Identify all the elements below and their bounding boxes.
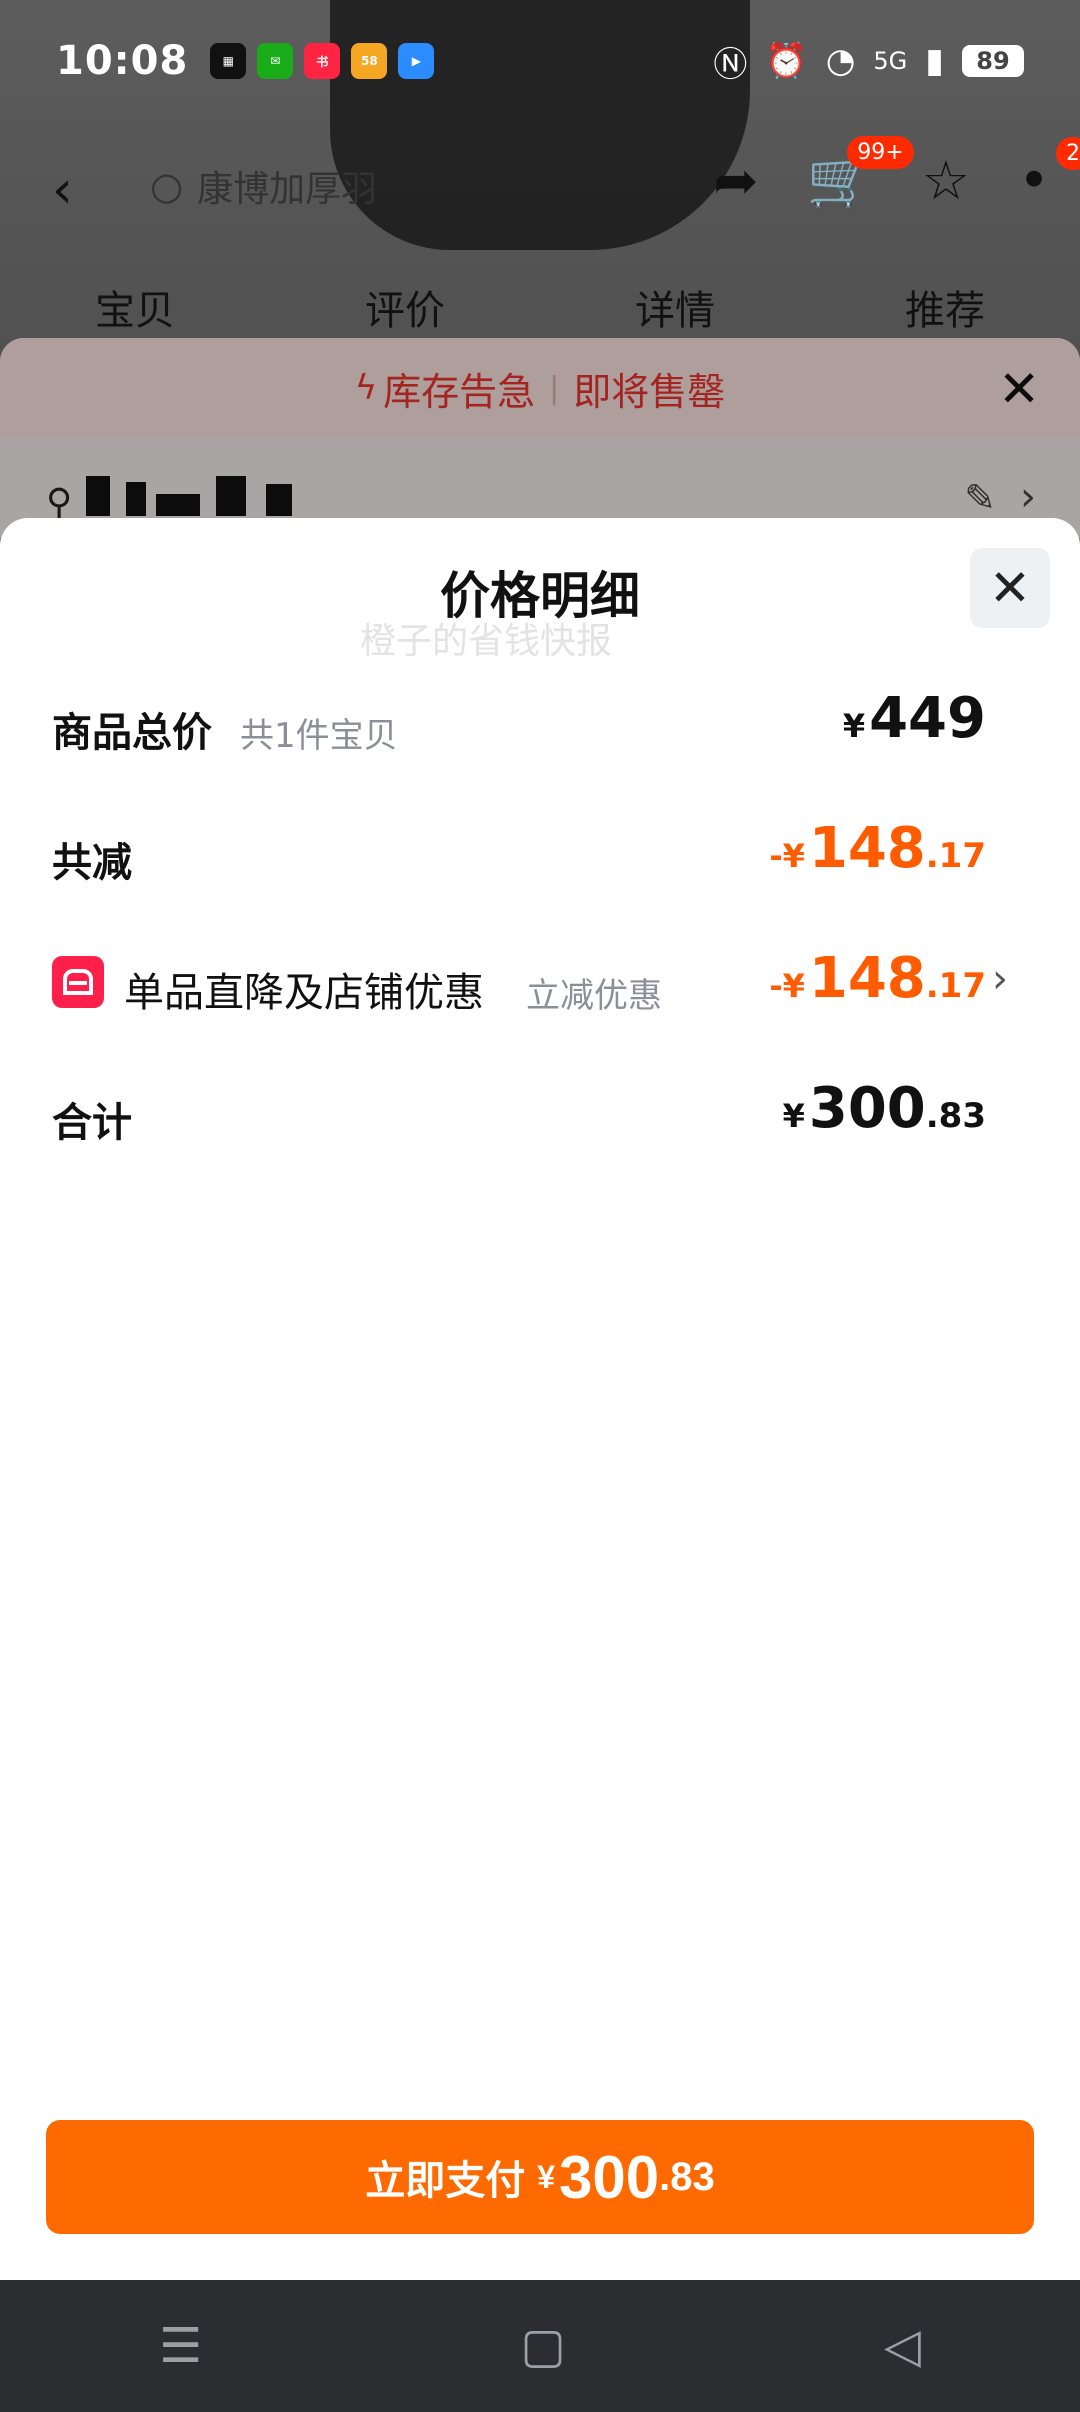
pay-amount-decimal: .83 xyxy=(659,2154,715,2199)
wifi-icon: ◔ xyxy=(825,41,856,81)
amount-integer: 148 xyxy=(808,816,926,881)
cart-icon[interactable]: 🛒 99+ xyxy=(806,136,914,212)
cart-badge: 99+ xyxy=(847,136,914,169)
wechat-icon: ✉ xyxy=(257,43,294,79)
shop-icon xyxy=(52,956,104,1008)
message-badge: 2 xyxy=(1056,136,1080,170)
close-icon: ✕ xyxy=(989,559,1031,617)
chevron-right-icon: › xyxy=(992,956,1008,1002)
discount-detail-label: 单品直降及店铺优惠 xyxy=(124,970,484,1016)
pay-amount-integer: 300 xyxy=(559,2143,660,2211)
currency-symbol: ¥ xyxy=(782,1097,805,1135)
network-label: 5G xyxy=(873,47,908,75)
alarm-icon: ⏰ xyxy=(765,41,808,81)
pay-now-button[interactable]: 立即支付 ¥ 300 .83 xyxy=(46,2120,1034,2234)
items-total-amount: ¥ 449 xyxy=(843,686,986,751)
share-icon[interactable]: ➦ xyxy=(713,149,758,212)
status-time: 10:08 xyxy=(56,38,189,84)
pay-currency: ¥ xyxy=(537,2158,556,2195)
app-notification-icon: ▦ xyxy=(210,43,247,79)
items-total-label: 商品总价 xyxy=(52,710,212,756)
app-58-icon: 58 xyxy=(351,43,388,79)
amount-integer: 449 xyxy=(869,686,986,751)
back-icon[interactable]: ◁ xyxy=(884,2318,921,2374)
nav-actions: ➦ 🛒 99+ ☆ • 2 xyxy=(713,136,1080,212)
amount-decimal: .17 xyxy=(925,836,986,876)
sheet-dim-overlay xyxy=(0,338,1080,538)
discount-detail-row[interactable]: 单品直降及店铺优惠 立减优惠 -¥ 148 .17 › xyxy=(52,946,1008,1026)
back-arrow-icon[interactable]: ‹ xyxy=(52,160,73,220)
status-indicators: Ⓝ ⏰ ◔ 5G ▮ 89 xyxy=(713,37,1024,86)
menu-icon[interactable]: ☰ xyxy=(159,2318,202,2374)
discount-prefix: -¥ xyxy=(769,967,805,1005)
tab-details[interactable]: 详情 xyxy=(635,278,715,336)
search-icon: ○ xyxy=(150,164,184,208)
signal-icon: ▮ xyxy=(925,41,944,81)
status-bar: 10:08 ▦ ✉ 书 58 ▶ Ⓝ ⏰ ◔ 5G ▮ 89 xyxy=(0,0,1080,122)
video-app-icon: ▶ xyxy=(398,43,435,79)
nfc-icon: Ⓝ xyxy=(713,44,748,85)
currency-symbol: ¥ xyxy=(842,707,866,745)
total-discount-row: 共减 -¥ 148 .17 xyxy=(52,816,986,896)
product-nav-bar: ‹ ○ 康博加厚羽 ➦ 🛒 99+ ☆ • 2 xyxy=(0,122,1080,252)
discount-prefix: -¥ xyxy=(769,837,805,875)
tab-recommend[interactable]: 推荐 xyxy=(905,278,985,336)
search-text: 康博加厚羽 xyxy=(197,169,378,210)
discount-detail-amount: -¥ 148 .17 xyxy=(769,946,986,1011)
system-navigation-bar: ☰ ▢ ◁ xyxy=(0,2280,1080,2412)
amount-decimal: .83 xyxy=(925,1096,986,1136)
amount-decimal: .17 xyxy=(925,966,986,1006)
battery-indicator: 89 xyxy=(962,45,1024,77)
xiaohongshu-icon: 书 xyxy=(304,43,341,79)
pay-button-label: 立即支付 xyxy=(365,2159,526,2203)
watermark-text: 橙子的省钱快报 xyxy=(360,621,613,662)
more-icon[interactable]: • 2 xyxy=(1018,136,1080,212)
grand-total-row: 合计 ¥ 300 .83 xyxy=(52,1076,986,1156)
items-count: 共1件宝贝 xyxy=(240,716,398,756)
close-button[interactable]: ✕ xyxy=(970,548,1050,628)
grand-total-label: 合计 xyxy=(52,1100,132,1146)
amount-integer: 300 xyxy=(808,1076,926,1141)
price-detail-sheet: 价格明细 ✕ 商品总价 共1件宝贝 ¥ 449 共减 -¥ 148 .17 单品… xyxy=(0,518,1080,2280)
discount-detail-sub: 立减优惠 xyxy=(526,976,662,1016)
home-icon[interactable]: ▢ xyxy=(520,2318,565,2374)
tab-baobei[interactable]: 宝贝 xyxy=(95,278,175,336)
total-discount-label: 共减 xyxy=(52,840,132,886)
tab-reviews[interactable]: 评价 xyxy=(365,278,445,336)
grand-total-amount: ¥ 300 .83 xyxy=(783,1076,986,1141)
star-icon[interactable]: ☆ xyxy=(922,149,970,212)
items-total-row: 商品总价 共1件宝贝 ¥ 449 xyxy=(52,686,986,766)
total-discount-amount: -¥ 148 .17 xyxy=(769,816,986,881)
search-box[interactable]: ○ 康博加厚羽 xyxy=(150,150,500,222)
amount-integer: 148 xyxy=(808,946,926,1011)
